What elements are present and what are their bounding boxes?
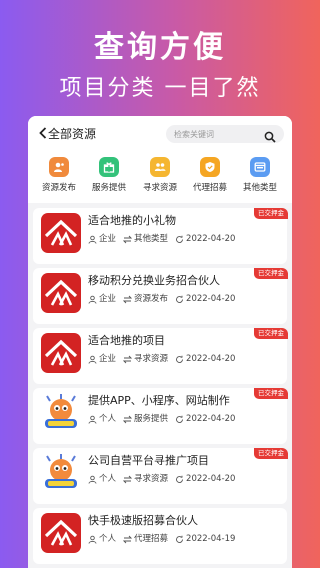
category-label: 资源发布 bbox=[41, 183, 76, 193]
item-meta: 企业 资源发布 2022-04-20 bbox=[88, 294, 242, 305]
swap-arrows-icon bbox=[123, 535, 133, 544]
hero-subtitle: 项目分类 一目了然 bbox=[59, 76, 261, 101]
red-mountain-logo bbox=[41, 273, 81, 313]
item-user-type: 个人 bbox=[99, 414, 117, 424]
category-service-provide[interactable]: 服务提供 bbox=[83, 157, 135, 194]
category-agent-recruit[interactable]: 代理招募 bbox=[184, 157, 236, 194]
item-meta: 个人 服务提供 2022-04-20 bbox=[88, 414, 242, 425]
person-icon bbox=[88, 475, 97, 484]
person-icon bbox=[88, 295, 97, 304]
swap-arrows-icon bbox=[123, 355, 133, 364]
swap-arrows-icon bbox=[123, 415, 133, 424]
window-icon bbox=[250, 157, 270, 177]
deposit-badge: 已交押金 bbox=[254, 388, 288, 399]
red-mountain-logo bbox=[41, 513, 81, 553]
person-icon bbox=[88, 235, 97, 244]
item-date: 2022-04-19 bbox=[186, 534, 236, 544]
deposit-badge: 已交押金 bbox=[254, 268, 288, 279]
item-meta: 个人 寻求资源 2022-04-20 bbox=[88, 474, 242, 485]
page-title: 全部资源 bbox=[48, 127, 97, 141]
category-label: 代理招募 bbox=[192, 183, 227, 193]
people-search-icon bbox=[150, 157, 170, 177]
item-date: 2022-04-20 bbox=[186, 474, 236, 484]
item-date: 2022-04-20 bbox=[186, 294, 236, 304]
category-other[interactable]: 其他类型 bbox=[234, 157, 286, 194]
item-category: 资源发布 bbox=[134, 294, 169, 304]
category-resource-publish[interactable]: 资源发布 bbox=[33, 157, 85, 194]
item-date: 2022-04-20 bbox=[186, 234, 236, 244]
item-meta: 企业 其他类型 2022-04-20 bbox=[88, 234, 242, 245]
list-item[interactable]: 公司自营平台寻推广项目 个人 寻求资源 2022-04-20 已交押金 bbox=[33, 448, 288, 504]
item-user-type: 企业 bbox=[99, 234, 117, 244]
swap-arrows-icon bbox=[123, 295, 133, 304]
top-bar: 全部资源 bbox=[28, 116, 292, 151]
person-icon bbox=[88, 355, 97, 364]
red-mountain-logo bbox=[41, 333, 81, 373]
item-category: 代理招募 bbox=[134, 534, 169, 544]
list-item[interactable]: 适合地推的小礼物 企业 其他类型 2022-04-20 已交押金 bbox=[33, 208, 288, 264]
search-icon[interactable] bbox=[264, 128, 276, 143]
item-meta: 企业 寻求资源 2022-04-20 bbox=[88, 354, 242, 365]
item-title: 提供APP、小程序、网站制作 bbox=[88, 394, 230, 407]
hero-banner: 查询方便 项目分类 一目了然 bbox=[0, 0, 320, 115]
item-category: 寻求资源 bbox=[134, 474, 169, 484]
item-title: 适合地推的项目 bbox=[88, 334, 165, 347]
category-label: 服务提供 bbox=[91, 183, 126, 193]
refresh-clock-icon bbox=[176, 535, 183, 543]
hero-title: 查询方便 bbox=[94, 30, 226, 65]
item-meta: 个人 代理招募 2022-04-19 bbox=[88, 534, 242, 545]
person-icon bbox=[88, 415, 97, 424]
cartoon-mascot-logo bbox=[41, 393, 81, 433]
cartoon-mascot-logo bbox=[41, 453, 81, 493]
category-bar: 资源发布 服务提供 寻求资源 代理招募 其他类型 bbox=[28, 151, 292, 203]
search-input[interactable] bbox=[174, 127, 262, 141]
list-item[interactable]: 提供APP、小程序、网站制作 个人 服务提供 2022-04-20 已交押金 bbox=[33, 388, 288, 444]
swap-arrows-icon bbox=[123, 235, 133, 244]
item-category: 服务提供 bbox=[134, 414, 169, 424]
item-category: 其他类型 bbox=[134, 234, 169, 244]
category-label: 其他类型 bbox=[242, 183, 277, 193]
item-date: 2022-04-20 bbox=[186, 354, 236, 364]
deposit-badge: 已交押金 bbox=[254, 328, 288, 339]
list-item[interactable]: 快手极速版招募合伙人 个人 代理招募 2022-04-19 bbox=[33, 508, 287, 564]
list-item[interactable]: 移动积分兑换业务招合伙人 企业 资源发布 2022-04-20 已交押金 bbox=[33, 268, 288, 324]
item-category: 寻求资源 bbox=[134, 354, 169, 364]
item-user-type: 个人 bbox=[99, 534, 117, 544]
swap-arrows-icon bbox=[123, 475, 133, 484]
gift-icon bbox=[99, 157, 119, 177]
item-user-type: 企业 bbox=[99, 354, 117, 364]
item-date: 2022-04-20 bbox=[186, 414, 236, 424]
item-user-type: 企业 bbox=[99, 294, 117, 304]
item-title: 公司自营平台寻推广项目 bbox=[88, 454, 209, 467]
item-title: 适合地推的小礼物 bbox=[88, 214, 176, 227]
category-seek-resource[interactable]: 寻求资源 bbox=[134, 157, 186, 194]
person-icon bbox=[88, 535, 97, 544]
app-preview-card: 全部资源 资源发布 服务提供 寻求资源 bbox=[28, 116, 292, 568]
list-item[interactable]: 适合地推的项目 企业 寻求资源 2022-04-20 已交押金 bbox=[33, 328, 288, 384]
category-label: 寻求资源 bbox=[142, 183, 177, 193]
search-box[interactable] bbox=[166, 125, 284, 143]
item-user-type: 个人 bbox=[99, 474, 117, 484]
refresh-clock-icon bbox=[176, 295, 183, 303]
refresh-clock-icon bbox=[176, 355, 183, 363]
user-publish-icon bbox=[49, 157, 69, 177]
refresh-clock-icon bbox=[176, 235, 183, 243]
item-title: 移动积分兑换业务招合伙人 bbox=[88, 274, 220, 287]
refresh-clock-icon bbox=[176, 475, 183, 483]
refresh-clock-icon bbox=[176, 415, 183, 423]
red-mountain-logo bbox=[41, 213, 81, 253]
deposit-badge: 已交押金 bbox=[254, 448, 288, 459]
item-title: 快手极速版招募合伙人 bbox=[88, 514, 198, 527]
deposit-badge: 已交押金 bbox=[254, 208, 288, 219]
shield-check-icon bbox=[200, 157, 220, 177]
